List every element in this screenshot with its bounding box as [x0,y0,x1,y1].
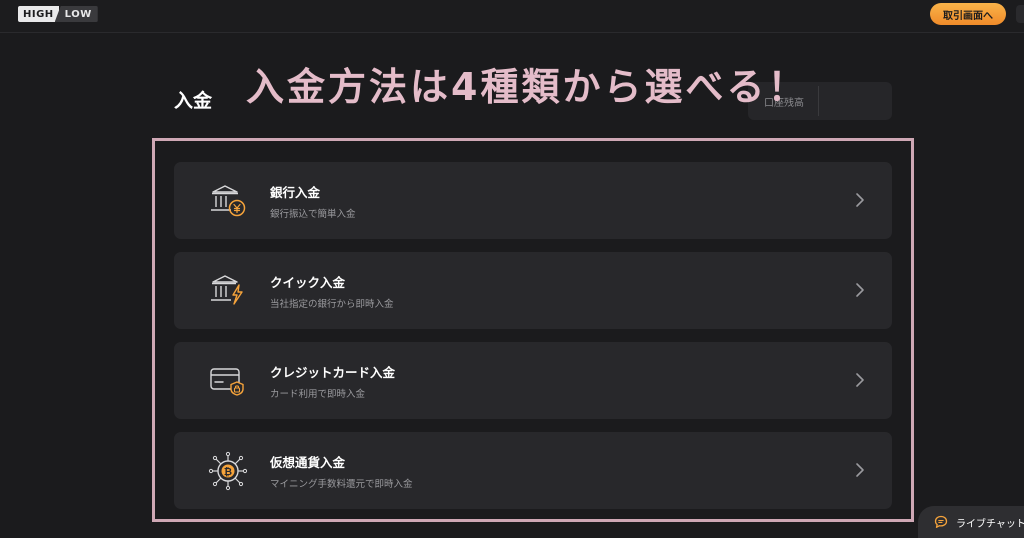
deposit-page: HIGH LOW 取引画面へ 入金 口座残高 入金方法は4種類から選べる！ 銀行… [0,0,1024,538]
page-title: 入金 [174,90,213,112]
top-header: HIGH LOW 取引画面へ [0,0,1024,33]
highlight-frame [152,138,914,522]
live-chat-button[interactable]: ライブチャット [918,506,1024,538]
chat-bubble-icon [934,515,948,528]
logo-low-text: LOW [54,6,98,22]
balance-divider [818,86,819,116]
highlow-logo[interactable]: HIGH LOW [18,6,98,22]
overlay-caption: 入金方法は4種類から選べる！ [246,65,809,109]
trade-screen-button[interactable]: 取引画面へ [930,3,1006,25]
logo-high-text: HIGH [18,6,59,22]
live-chat-label: ライブチャット [956,518,1024,530]
header-menu-edge[interactable] [1016,5,1024,23]
